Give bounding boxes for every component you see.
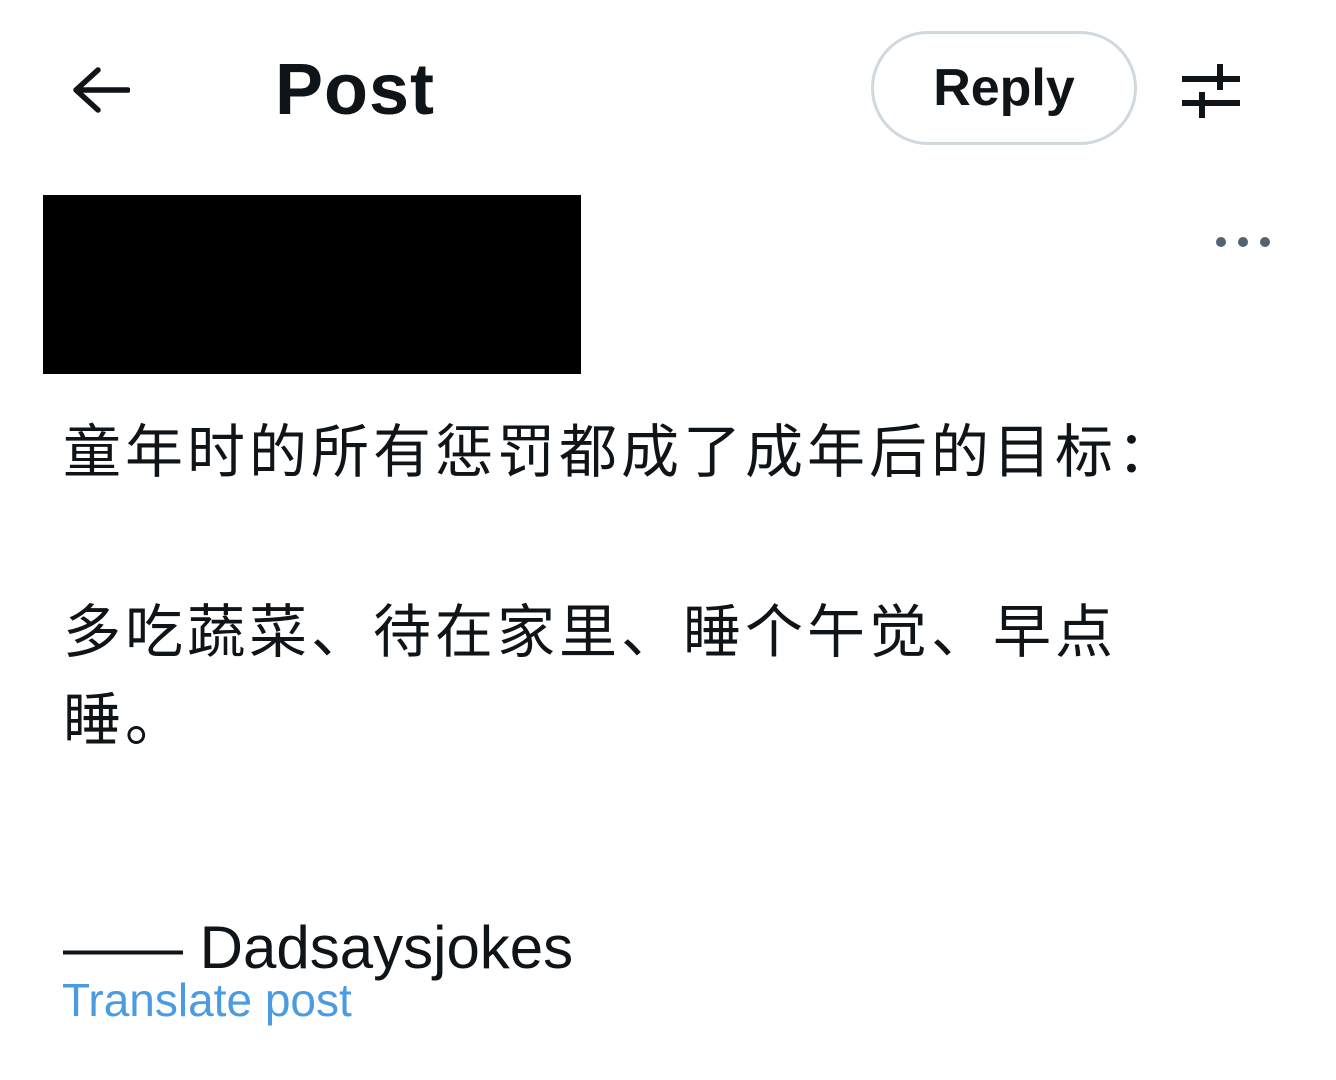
arrow-left-icon xyxy=(73,67,130,113)
translate-post-link[interactable]: Translate post xyxy=(62,970,352,1030)
page-title: Post xyxy=(275,50,436,130)
reply-button[interactable]: Reply xyxy=(871,31,1137,145)
post-line-2: 多吃蔬菜、待在家里、睡个午觉、早点睡。 xyxy=(63,598,1118,754)
post-text: 童年时的所有惩罚都成了成年后的目标： 多吃蔬菜、待在家里、睡个午觉、早点睡。 —… xyxy=(63,408,1223,992)
more-horizontal-icon xyxy=(1216,237,1270,247)
author-redacted-block xyxy=(43,195,581,374)
back-button[interactable] xyxy=(62,58,138,122)
more-options-button[interactable] xyxy=(1205,222,1281,262)
sliders-icon xyxy=(1182,64,1240,118)
top-bar: Post Reply xyxy=(0,0,1336,180)
filter-button[interactable] xyxy=(1170,55,1252,125)
post-line-1: 童年时的所有惩罚都成了成年后的目标： xyxy=(63,418,1180,486)
